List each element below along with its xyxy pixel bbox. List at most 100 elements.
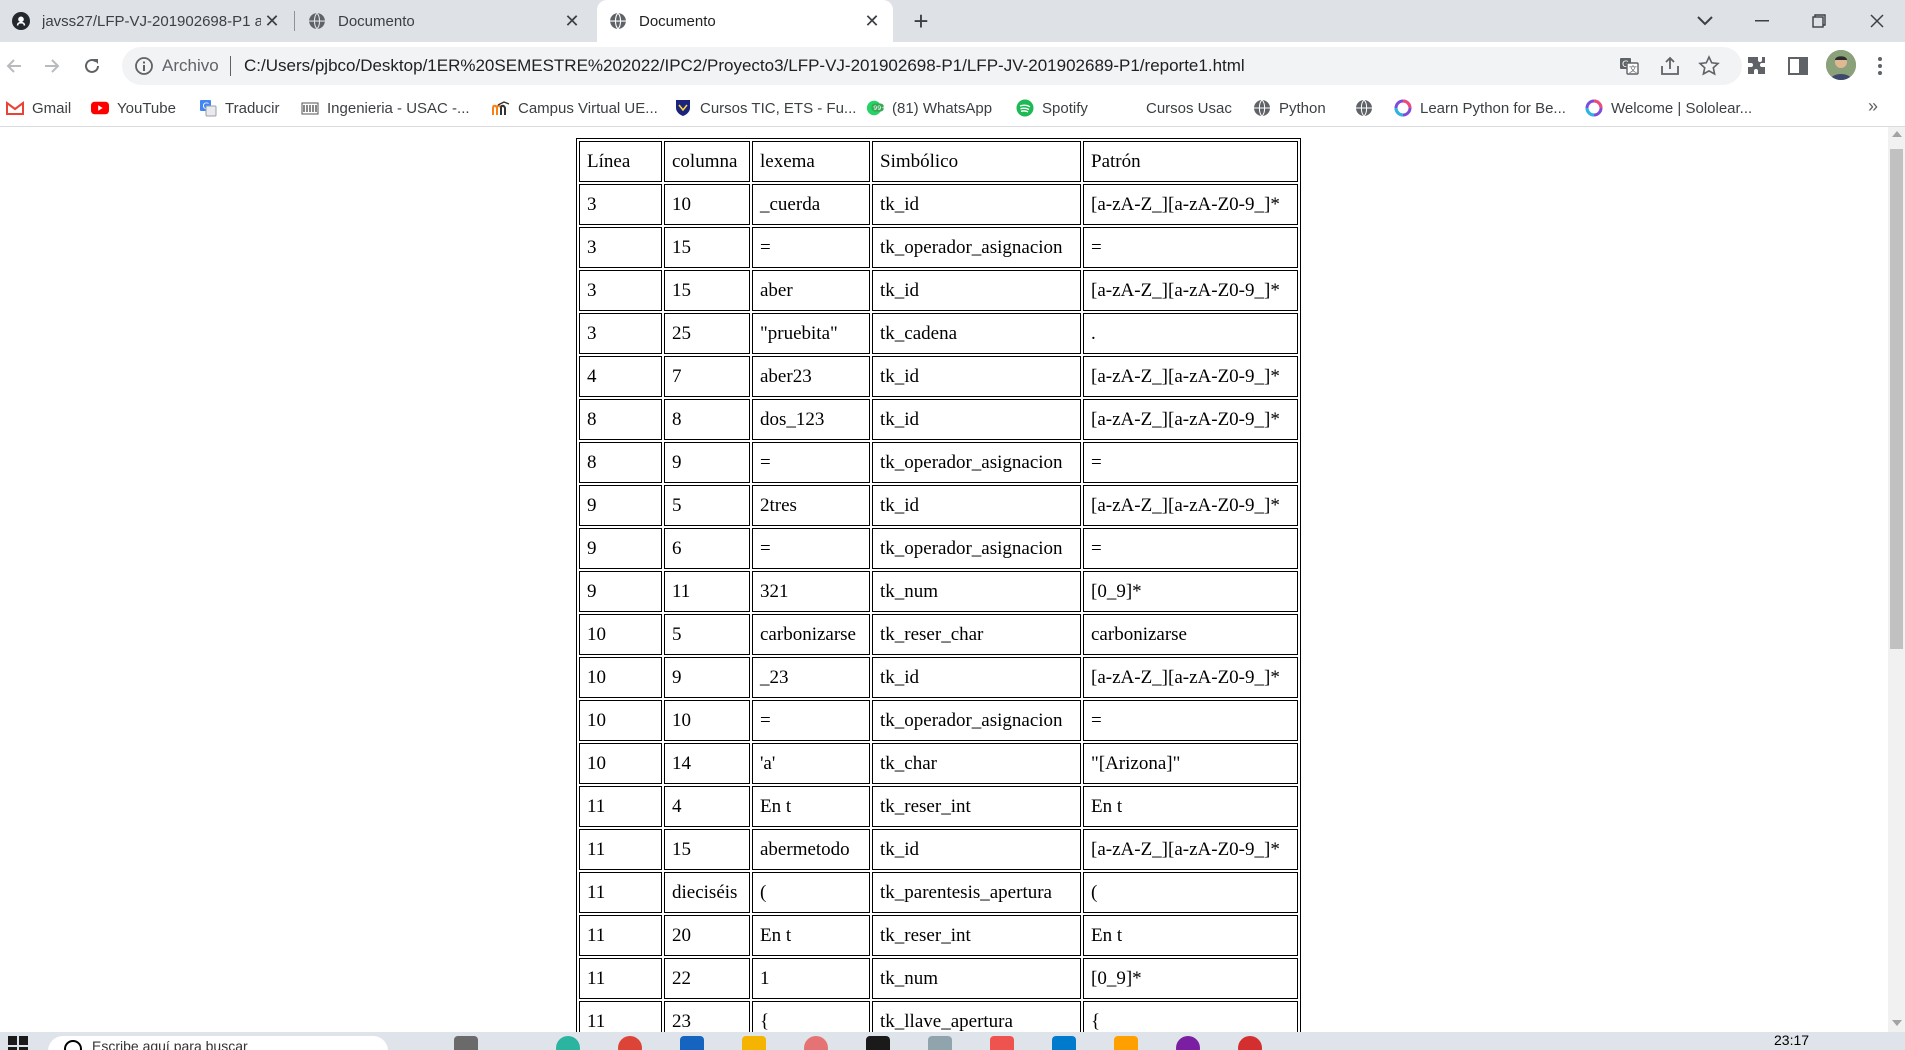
cell-lexema: = — [752, 528, 870, 569]
cell-patron: [a-zA-Z_][a-zA-Z0-9_]* — [1083, 485, 1298, 526]
forward-button[interactable] — [38, 52, 66, 80]
table-row: 11 4 En t tk_reser_int En t — [579, 786, 1298, 827]
bookmark-label: Spotify — [1042, 99, 1088, 117]
lexeme-report-table: Línea columna lexema Simbólico Patrón 31… — [576, 138, 1301, 1032]
gmail-icon — [6, 99, 24, 117]
cell-linea: 3 — [579, 184, 662, 225]
bookmark-sololearn[interactable]: Welcome | Sololear... — [1585, 96, 1752, 120]
file-explorer-icon[interactable] — [742, 1036, 766, 1050]
app-icon[interactable] — [1114, 1036, 1138, 1050]
tab-search-button[interactable] — [1680, 0, 1730, 42]
cell-columna: 14 — [664, 743, 750, 784]
close-tab-icon[interactable]: ✕ — [861, 10, 883, 32]
close-tab-icon[interactable]: ✕ — [561, 10, 583, 32]
app-icon[interactable] — [680, 1036, 704, 1050]
scroll-down-arrow[interactable] — [1892, 1020, 1902, 1026]
app-icon[interactable] — [1238, 1036, 1262, 1050]
table-row: 9 11 321 tk_num [0_9]* — [579, 571, 1298, 612]
bookmark-gmail[interactable]: Gmail — [6, 96, 71, 120]
cell-columna: 6 — [664, 528, 750, 569]
scroll-up-arrow[interactable] — [1892, 131, 1902, 137]
sololearn-icon — [1585, 99, 1603, 117]
new-tab-button[interactable]: + — [908, 8, 934, 34]
bookmark-learn-python[interactable]: Learn Python for Be... — [1394, 96, 1566, 120]
cell-lexema: 'a' — [752, 743, 870, 784]
cell-linea: 8 — [579, 399, 662, 440]
extensions-icon[interactable] — [1745, 54, 1769, 78]
cell-patron: { — [1083, 1001, 1298, 1032]
globe-icon — [1355, 99, 1373, 117]
bookmark-cursos-tic[interactable]: Cursos TIC, ETS - Fu... — [674, 96, 856, 120]
bookmark-traducir[interactable]: G Traducir — [199, 96, 279, 120]
youtube-icon — [91, 99, 109, 117]
globe-icon — [309, 12, 325, 30]
cell-simbolico: tk_reser_int — [872, 915, 1081, 956]
table-row: 10 10 = tk_operador_asignacion = — [579, 700, 1298, 741]
info-icon[interactable] — [134, 56, 154, 76]
cell-simbolico: tk_cadena — [872, 313, 1081, 354]
table-body: 3 10 _cuerda tk_id [a-zA-Z_][a-zA-Z0-9_]* 3 15… — [579, 184, 1298, 1032]
bookmark-spotify[interactable]: Spotify — [1016, 96, 1088, 120]
cell-columna: 7 — [664, 356, 750, 397]
tab-documento-active[interactable]: Documento ✕ — [597, 0, 893, 42]
chrome-icon[interactable] — [618, 1036, 642, 1050]
table-row: 3 15 = tk_operador_asignacion = — [579, 227, 1298, 268]
bookmark-cursos-usac[interactable]: Cursos Usac — [1146, 96, 1232, 120]
restore-button[interactable] — [1794, 0, 1844, 42]
app-icon[interactable] — [990, 1036, 1014, 1050]
cell-linea: 9 — [579, 528, 662, 569]
task-view-icon[interactable] — [454, 1036, 478, 1050]
bookmark-whatsapp[interactable]: 99+ (81) WhatsApp — [866, 96, 992, 120]
cell-patron: En t — [1083, 915, 1298, 956]
scroll-thumb[interactable] — [1890, 149, 1903, 649]
translate-icon[interactable]: G文 — [1618, 55, 1640, 77]
edge-icon[interactable] — [556, 1036, 580, 1050]
more-bookmarks-button[interactable]: » — [1868, 96, 1878, 117]
bookmark-label: Learn Python for Be... — [1420, 99, 1566, 117]
cell-lexema: abermetodo — [752, 829, 870, 870]
more-menu-icon[interactable] — [1870, 54, 1890, 78]
tab-documento-1[interactable]: Documento ✕ — [296, 0, 593, 42]
url-text[interactable]: C:/Users/pjbco/Desktop/1ER%20SEMESTRE%20… — [244, 56, 1245, 76]
minimize-button[interactable] — [1737, 0, 1787, 42]
app-icon[interactable] — [804, 1036, 828, 1050]
bookmark-label: Gmail — [32, 99, 72, 117]
vscode-icon[interactable] — [1052, 1036, 1076, 1050]
taskbar-search[interactable]: Escribe aquí para buscar — [48, 1036, 388, 1050]
bookmark-youtube[interactable]: YouTube — [91, 96, 176, 120]
side-panel-icon[interactable] — [1786, 54, 1810, 78]
cell-lexema: En t — [752, 915, 870, 956]
table-row: 8 8 dos_123 tk_id [a-zA-Z_][a-zA-Z0-9_]* — [579, 399, 1298, 440]
close-window-button[interactable] — [1852, 0, 1902, 42]
cell-simbolico: tk_id — [872, 356, 1081, 397]
cell-lexema: dos_123 — [752, 399, 870, 440]
cell-patron: . — [1083, 313, 1298, 354]
close-tab-icon[interactable]: ✕ — [261, 10, 283, 32]
bookmark-unnamed[interactable] — [1355, 96, 1381, 120]
bookmark-label: Welcome | Sololear... — [1611, 99, 1753, 117]
share-icon[interactable] — [1659, 55, 1681, 77]
profile-avatar[interactable] — [1826, 50, 1856, 80]
cell-patron: [a-zA-Z_][a-zA-Z0-9_]* — [1083, 657, 1298, 698]
windows-start-icon[interactable] — [8, 1036, 28, 1050]
tab-title: Documento — [639, 12, 716, 30]
star-icon[interactable] — [1698, 55, 1720, 77]
app-icon[interactable] — [928, 1036, 952, 1050]
bookmark-campus-virtual[interactable]: Campus Virtual UE... — [492, 96, 658, 120]
bookmark-ingenieria-usac[interactable]: Ingenieria - USAC -... — [301, 96, 470, 120]
tab-github[interactable]: javss27/LFP-VJ-201902698-P1 at ✕ — [0, 0, 293, 42]
address-bar[interactable]: Archivo C:/Users/pjbco/Desktop/1ER%20SEM… — [122, 47, 1742, 85]
github-icon — [12, 12, 30, 30]
cell-simbolico: tk_operador_asignacion — [872, 700, 1081, 741]
back-button[interactable] — [0, 52, 28, 80]
taskbar-clock[interactable]: 23:17 — [1774, 1032, 1809, 1048]
app-icon[interactable] — [866, 1036, 890, 1050]
reload-button[interactable] — [78, 52, 106, 80]
bookmark-python[interactable]: Python — [1253, 96, 1326, 120]
table-header-row: Línea columna lexema Simbólico Patrón — [579, 141, 1298, 182]
vertical-scrollbar[interactable] — [1888, 127, 1905, 1032]
windows-taskbar: Escribe aquí para buscar 23:17 — [0, 1032, 1905, 1050]
table-row: 11 22 1 tk_num [0_9]* — [579, 958, 1298, 999]
app-icon[interactable] — [1176, 1036, 1200, 1050]
cell-simbolico: tk_num — [872, 958, 1081, 999]
